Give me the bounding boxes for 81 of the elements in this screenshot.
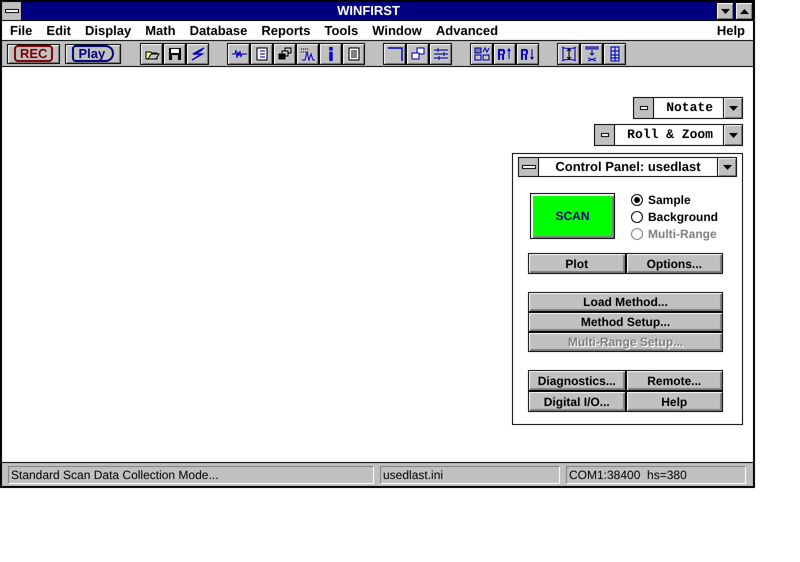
minus-icon (522, 165, 536, 169)
toolbar-button[interactable] (250, 42, 274, 64)
menu-item[interactable]: Reports (261, 23, 310, 38)
cascade-windows-icon (410, 46, 426, 62)
toolbar-button[interactable] (493, 42, 516, 64)
dropdown-button[interactable] (723, 125, 742, 145)
status-pane: Standard Scan Data Collection Mode... (8, 466, 374, 484)
radio-button[interactable] (631, 211, 643, 223)
toolbar-button[interactable] (227, 42, 250, 64)
window-menu-button[interactable] (519, 158, 539, 176)
minimize-button[interactable] (716, 2, 734, 20)
caret-icon (728, 106, 738, 110)
play-button[interactable]: Play (65, 44, 122, 64)
window-menu-button[interactable] (595, 125, 616, 145)
stacked-pages-icon (276, 46, 293, 62)
panel-button[interactable]: Method Setup... (528, 312, 723, 332)
panel-button[interactable]: Load Method... (528, 292, 723, 312)
radio-button[interactable] (631, 194, 643, 206)
minus-icon (640, 106, 648, 110)
corner-frame-icon (386, 46, 403, 62)
lightning-icon (190, 46, 206, 62)
dropdown-button[interactable] (723, 98, 742, 118)
peaks-icon (300, 46, 316, 62)
maximize-button[interactable] (735, 2, 753, 20)
panel-button[interactable]: Help (626, 391, 723, 412)
status-pane: COM1:38400 hs=380 (566, 466, 746, 484)
radio-option[interactable]: Background (631, 210, 718, 224)
minus-icon (4, 9, 18, 13)
panel-button[interactable]: Digital I/O... (528, 391, 626, 412)
panel-button[interactable]: Remote... (626, 370, 723, 391)
toolbar-button[interactable] (516, 42, 540, 64)
notes-icon (346, 46, 362, 62)
tool-window-title: Roll & Zoom (626, 126, 714, 144)
toolbar-button[interactable] (580, 42, 604, 64)
menu-item[interactable]: Tools (324, 23, 358, 38)
system-menu-button[interactable] (2, 2, 22, 20)
toolbar-button[interactable] (296, 42, 320, 64)
toolbar-button[interactable] (342, 42, 366, 64)
panel-button[interactable]: Plot (528, 253, 626, 274)
toolbar-button[interactable] (429, 42, 452, 64)
toolbar-button[interactable] (470, 42, 494, 64)
toolbar-button[interactable] (383, 42, 406, 64)
window-title: WINFIRST (336, 2, 401, 20)
vertical-expand-icon (560, 46, 577, 62)
menu-item[interactable]: Database (190, 23, 248, 38)
dropdown-button[interactable] (717, 158, 736, 176)
panel-title: Control Panel: usedlast (554, 158, 702, 176)
document-icon (254, 46, 270, 62)
window-menu-button[interactable] (634, 98, 654, 118)
info-icon (328, 46, 333, 60)
toolbar-button[interactable] (319, 42, 342, 64)
menu-item[interactable]: Math (145, 23, 176, 38)
menu-item[interactable]: Help (716, 23, 745, 38)
r-up-icon (496, 46, 513, 62)
toolbar-button[interactable] (406, 42, 430, 64)
tiled-traces-icon (432, 46, 449, 62)
tool-window-title: Notate (665, 99, 714, 117)
radio-option[interactable]: Sample (631, 193, 718, 207)
toolbar-button[interactable] (163, 42, 186, 64)
layout-grid-icon (474, 46, 490, 62)
panel-button[interactable]: Options... (626, 253, 723, 274)
menu-item[interactable]: File (10, 23, 32, 38)
minus-icon (600, 133, 609, 137)
collapse-icon (584, 46, 600, 62)
menu-item[interactable]: Advanced (436, 23, 498, 38)
toolbar-button[interactable] (186, 42, 210, 64)
toolbar-button[interactable] (140, 42, 164, 64)
toolbar-button[interactable] (603, 42, 626, 64)
toolbar-button[interactable] (557, 42, 580, 64)
status-pane: usedlast.ini (380, 466, 560, 484)
toolbar-button[interactable] (273, 42, 296, 64)
scan-button[interactable]: SCAN (530, 193, 615, 239)
caret-icon (728, 132, 738, 138)
panel-button[interactable]: Diagnostics... (528, 370, 626, 391)
menu-item[interactable]: Window (372, 23, 422, 38)
caret-icon (722, 164, 732, 170)
up-arrow-icon (740, 8, 748, 14)
menu-item[interactable]: Display (84, 23, 132, 38)
menu-item[interactable]: Edit (46, 23, 71, 38)
caret-icon (720, 8, 730, 14)
record-button[interactable]: REC (7, 44, 60, 64)
